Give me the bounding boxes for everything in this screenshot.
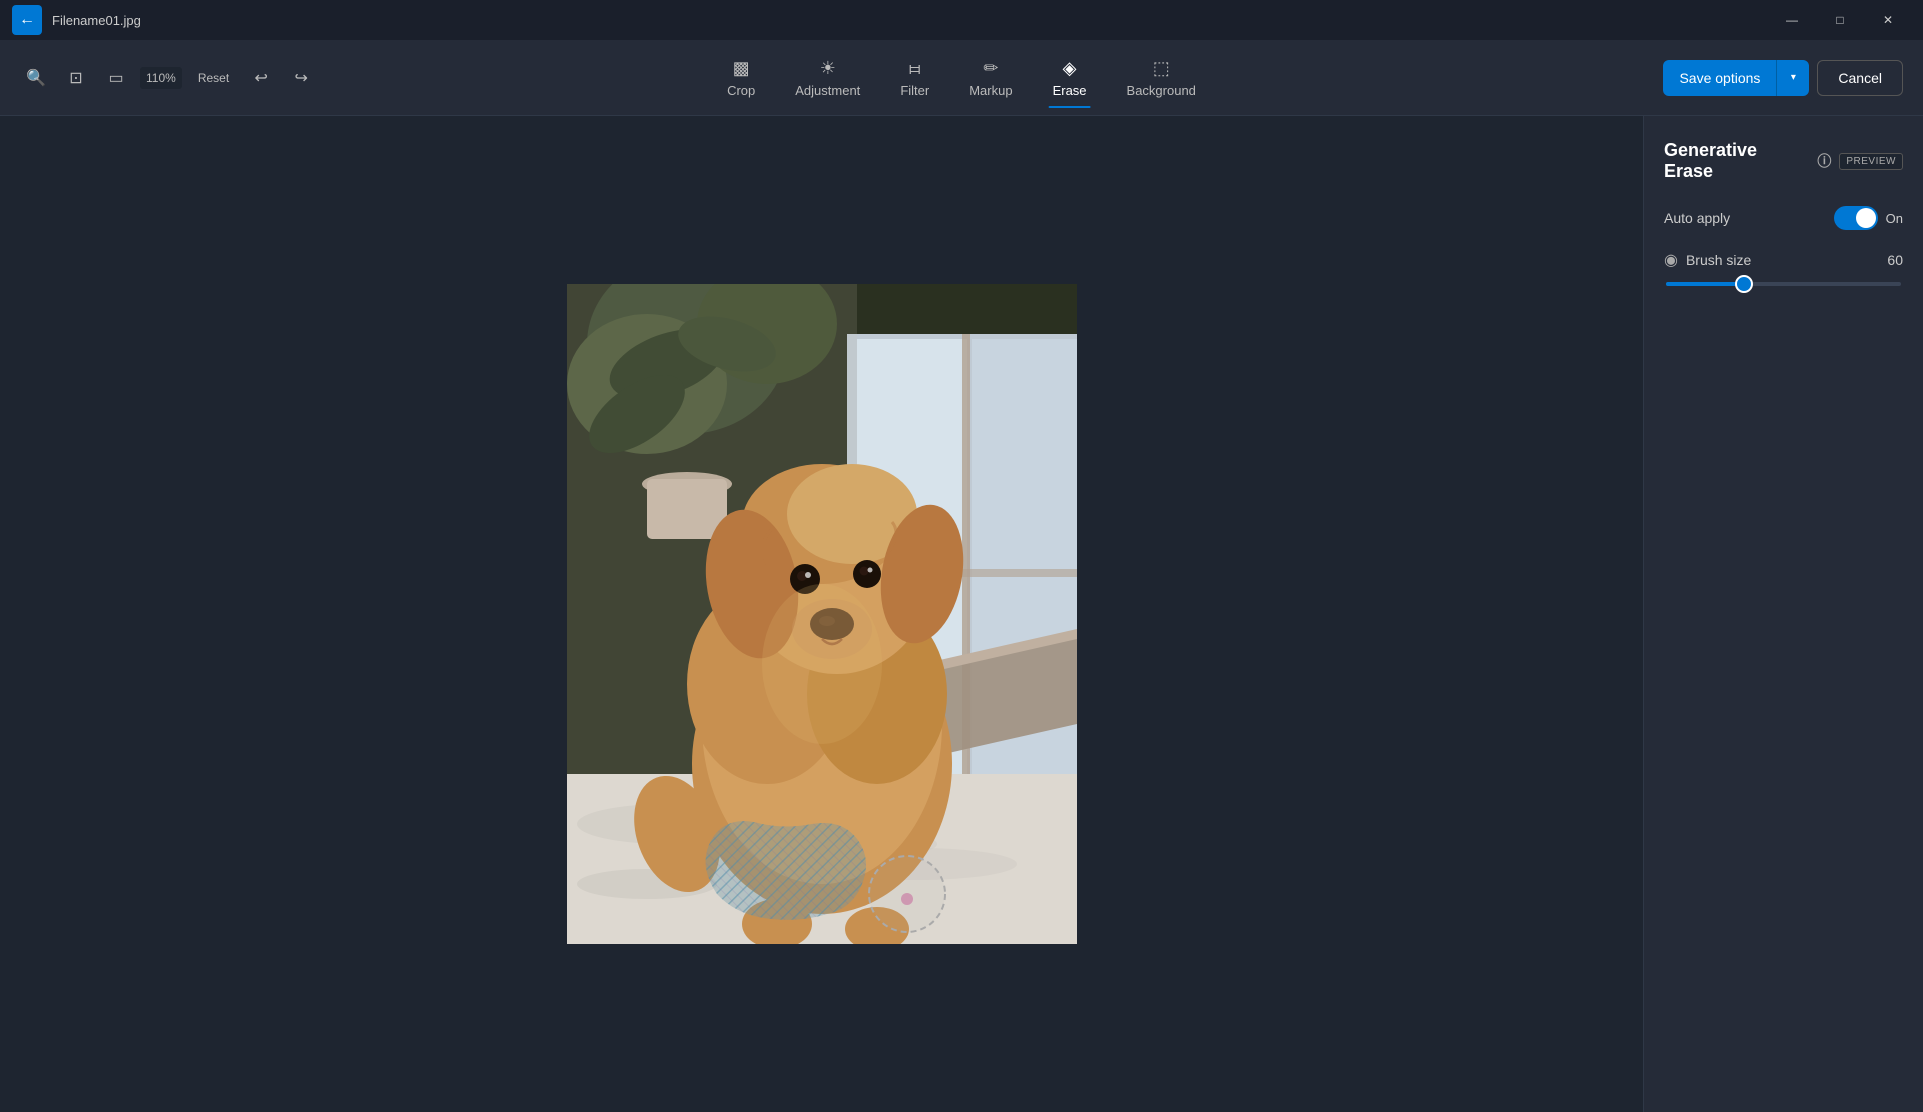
erase-icon: ◈ (1063, 58, 1077, 79)
dog-photo (567, 284, 1077, 944)
tab-erase[interactable]: ◈ Erase (1035, 50, 1105, 106)
background-label: Background (1127, 83, 1196, 98)
toggle-state-label: On (1886, 211, 1903, 226)
maximize-button[interactable]: □ (1817, 5, 1863, 35)
toolbar-left: 🔍 ⊡ ▭ 110% Reset ↩ ↪ (20, 62, 317, 94)
save-options-button[interactable]: Save options ▾ (1663, 60, 1809, 96)
preview-badge: PREVIEW (1839, 153, 1903, 170)
minimize-button[interactable]: — (1769, 5, 1815, 35)
window-controls: — □ ✕ (1769, 5, 1911, 35)
undo-icon: ↩ (254, 68, 267, 88)
image-canvas[interactable] (567, 284, 1077, 944)
panel-title-text: Generative Erase (1664, 140, 1809, 182)
adjustment-label: Adjustment (795, 83, 860, 98)
background-icon: ⬚ (1153, 58, 1170, 79)
main-canvas-area (0, 116, 1643, 1112)
toolbar-right: Save options ▾ Cancel (1663, 60, 1903, 96)
fit-icon: ⊡ (69, 68, 82, 88)
aspect-ratio-button[interactable]: ▭ (100, 62, 132, 94)
auto-apply-label: Auto apply (1664, 210, 1730, 226)
tool-tabs: ▩ Crop ☀ Adjustment ⧦ Filter ✏ Markup ◈ … (709, 50, 1214, 106)
title-bar: ← Filename01.jpg — □ ✕ (0, 0, 1923, 40)
filename-label: Filename01.jpg (52, 13, 141, 28)
panel-title-group: Generative Erase ⓘ PREVIEW (1664, 140, 1903, 182)
tab-adjustment[interactable]: ☀ Adjustment (777, 50, 878, 106)
tab-crop[interactable]: ▩ Crop (709, 50, 773, 106)
crop-icon: ▩ (733, 58, 750, 79)
redo-icon: ↪ (294, 68, 307, 88)
undo-button[interactable]: ↩ (245, 62, 277, 94)
erase-label: Erase (1053, 83, 1087, 98)
tab-background[interactable]: ⬚ Background (1109, 50, 1214, 106)
close-button[interactable]: ✕ (1865, 5, 1911, 35)
brush-label-group: ◉ Brush size (1664, 250, 1751, 270)
zoom-out-icon: 🔍 (26, 68, 46, 88)
back-icon: ← (19, 11, 35, 29)
reset-button[interactable]: Reset (190, 67, 237, 89)
brush-size-value: 60 (1887, 252, 1903, 268)
crop-label: Crop (727, 83, 755, 98)
filter-icon: ⧦ (909, 58, 920, 79)
redo-button[interactable]: ↪ (285, 62, 317, 94)
aspect-ratio-icon: ▭ (108, 68, 123, 88)
brush-size-slider-container (1664, 282, 1903, 286)
brush-size-label: Brush size (1686, 252, 1751, 268)
markup-icon: ✏ (983, 58, 998, 79)
slider-fill (1666, 282, 1744, 286)
save-options-main[interactable]: Save options (1663, 60, 1777, 96)
right-panel: Generative Erase ⓘ PREVIEW Auto apply On… (1643, 116, 1923, 1112)
zoom-out-button[interactable]: 🔍 (20, 62, 52, 94)
adjustment-icon: ☀ (820, 58, 836, 79)
tab-markup[interactable]: ✏ Markup (951, 50, 1030, 106)
auto-apply-toggle[interactable] (1834, 206, 1878, 230)
info-icon[interactable]: ⓘ (1817, 151, 1831, 171)
save-options-arrow[interactable]: ▾ (1777, 60, 1809, 96)
tab-filter[interactable]: ⧦ Filter (882, 50, 947, 106)
slider-thumb[interactable] (1735, 275, 1753, 293)
filter-label: Filter (900, 83, 929, 98)
back-button[interactable]: ← (12, 5, 42, 35)
cancel-button[interactable]: Cancel (1817, 60, 1903, 96)
slider-track (1666, 282, 1901, 286)
brush-target-icon: ◉ (1664, 250, 1678, 270)
auto-apply-row: Auto apply On (1664, 206, 1903, 230)
toolbar: 🔍 ⊡ ▭ 110% Reset ↩ ↪ ▩ Crop ☀ Adjustment… (0, 40, 1923, 116)
fit-button[interactable]: ⊡ (60, 62, 92, 94)
brush-size-row: ◉ Brush size 60 (1664, 250, 1903, 270)
markup-label: Markup (969, 83, 1012, 98)
zoom-level-label: 110% (140, 67, 182, 89)
toggle-group: On (1834, 206, 1903, 230)
